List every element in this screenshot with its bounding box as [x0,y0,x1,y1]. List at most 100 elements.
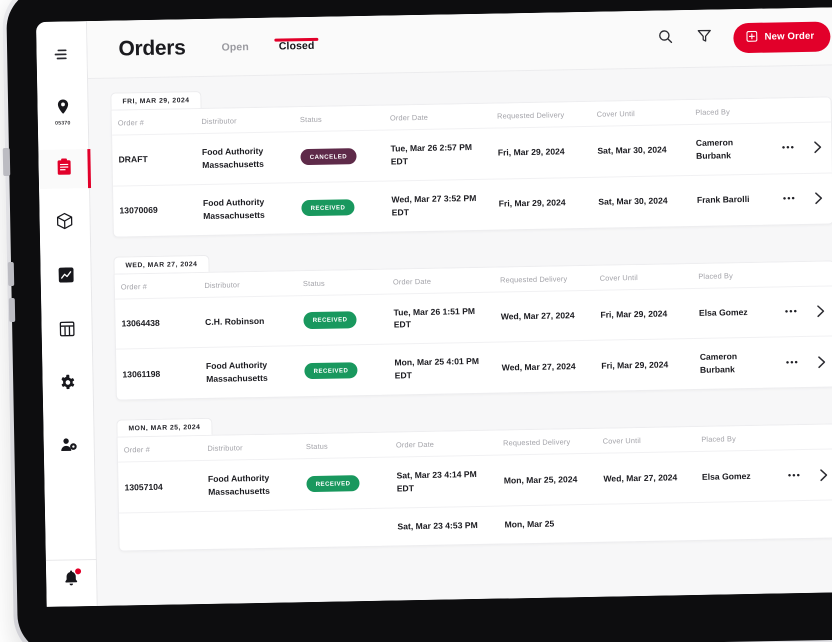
row-more-options-button[interactable]: ••• [785,470,803,480]
column-header: Order # [114,272,199,299]
orders-list[interactable]: FRI, MAR 29, 2024 Order # Distributor Statu… [88,65,832,606]
cell-order-date: Wed, Mar 27 3:52 PM EDT [391,192,477,218]
row-actions-cell: ••• [773,122,804,174]
map-pin-icon [57,99,68,118]
column-header-actions [772,97,804,124]
column-header: Requested Delivery [496,428,597,456]
cell-placed-by: Elsa Gomez [692,286,777,339]
cell-placed-by [696,501,780,540]
cell-placed-by: Cameron Burbank [689,123,774,176]
sidebar-item-orders[interactable] [37,149,90,189]
main-area: Orders Open Closed New Order FRI, MAR 29… [86,7,832,606]
status-badge: RECEIVED [301,198,355,216]
row-chevron-cell [810,500,832,538]
status-badge: CANCELED [300,147,357,166]
column-header-chevron [805,260,832,286]
tab-closed[interactable]: Closed [279,39,315,52]
row-actions-cell: ••• [776,285,807,338]
column-header: Requested Delivery [493,265,594,292]
column-header-chevron [808,424,832,450]
filter-button[interactable] [694,28,714,48]
column-header: Cover Until [593,263,693,290]
cell-placed-by: Elsa Gomez [695,450,780,503]
row-more-options-button[interactable]: ••• [782,306,800,316]
cell-order-number [119,511,203,550]
order-tabs: Open Closed [221,17,315,76]
new-order-button[interactable]: New Order [733,20,831,53]
sidebar-bottom [45,558,97,607]
row-more-options-button[interactable]: ••• [779,143,797,153]
tab-open-label: Open [221,40,249,54]
column-header: Placed By [695,425,780,452]
bezel-side-button-2 [7,261,15,287]
column-header: Status [299,432,391,459]
cell-status: CANCELED [294,130,386,183]
sidebar-item-location[interactable]: 05370 [37,90,89,135]
box-inventory-icon [56,212,73,234]
cell-status [301,508,392,547]
sidebar-item-notifications[interactable] [45,560,97,600]
cell-order-number: 13070069 [119,205,158,216]
chart-reports-icon [58,266,74,287]
column-header: Cover Until [596,427,696,454]
column-header: Order Date [383,103,492,131]
orders-app: 05370 Orders Open Closed New Order FRI, … [36,7,832,607]
order-group: WED, MAR 27, 2024 Order # Distributor Statu… [113,243,832,401]
search-button[interactable] [655,29,675,49]
cell-distributor [203,510,302,549]
column-header: Order # [117,436,202,463]
chevron-right-icon[interactable] [810,192,826,205]
status-badge: RECEIVED [306,475,360,493]
cell-requested-delivery: Wed, Mar 27, 2024 [494,289,595,343]
bell-notification-icon [64,567,82,590]
chevron-right-icon[interactable] [815,468,831,481]
column-header-chevron [802,97,831,123]
orders-table: Order # Distributor Status Order Date Reques… [111,97,832,236]
row-chevron-cell [803,121,832,174]
column-header: Distributor [201,434,301,461]
cell-distributor: Food Authority Massachusetts [195,131,296,185]
column-header: Cover Until [590,100,690,127]
chevron-right-icon[interactable] [809,141,825,154]
column-header: Status [293,105,385,132]
row-actions-cell [780,500,811,538]
order-group: MON, MAR 25, 2024 Order # Distributor Statu… [116,407,832,552]
column-header: Order # [111,109,196,136]
column-header: Status [296,269,388,296]
cell-cover-until: Sat, Mar 30, 2024 [598,195,668,207]
cell-status: RECEIVED [297,293,389,347]
row-actions-cell: ••• [779,449,810,501]
order-group-card: Order # Distributor Status Order Date Reques… [110,96,832,238]
row-chevron-cell [807,336,832,387]
row-more-options-button[interactable]: ••• [783,357,801,367]
chevron-right-icon[interactable] [812,304,828,318]
cell-cover-until: Fri, Mar 29, 2024 [593,288,694,341]
cell-status: RECEIVED [295,181,386,233]
sidebar-item-inventory[interactable] [39,203,91,243]
row-chevron-cell [804,173,832,224]
gear-settings-icon [59,374,75,395]
order-group-date-label: FRI, MAR 29, 2024 [110,90,202,110]
chevron-right-icon[interactable] [813,355,829,368]
cell-order-date: Sat, Mar 23 4:14 PM EDT [390,455,499,508]
hamburger-collapse-icon [54,47,69,65]
row-chevron-cell [809,449,832,501]
cell-cover-until: Wed, Mar 27, 2024 [596,451,697,505]
orders-table: Order # Distributor Status Order Date Reques… [117,424,832,551]
cell-order-number: 13057104 [118,460,203,513]
sidebar-item-settings[interactable] [42,365,94,405]
status-badge: RECEIVED [303,311,357,329]
column-header: Order Date [389,430,498,458]
cell-order-date: Tue, Mar 26 1:51 PM EDT [387,291,496,345]
bezel-side-button-1 [2,147,11,177]
tab-open[interactable]: Open [221,41,248,53]
sidebar-item-admin[interactable] [43,427,95,467]
sidebar-item-reports[interactable] [40,257,92,297]
sidebar-item-catalog[interactable] [41,311,93,351]
cell-order-date: Sat, Mar 23 4:53 PM [397,519,478,532]
cell-placed-by: Frank Barolli [696,194,750,206]
column-header: Placed By [689,98,774,125]
cell-requested-delivery: Mon, Mar 25 [504,518,555,530]
row-more-options-button[interactable]: ••• [780,193,798,203]
sidebar-menu-toggle[interactable] [36,36,87,76]
